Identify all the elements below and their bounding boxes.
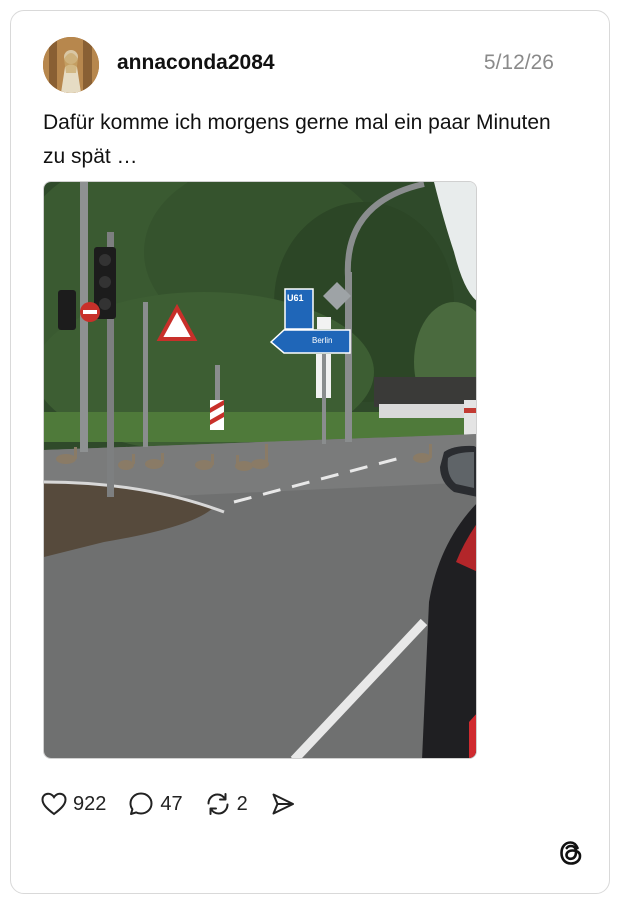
replies-count: 47 [160,792,183,815]
threads-logo-icon[interactable] [557,839,585,867]
action-bar: 922 47 2 [41,789,318,819]
repost-arrows-icon [205,791,231,817]
post-date: 5/12/26 [483,51,554,74]
like-button[interactable]: 922 [41,792,106,816]
username[interactable]: annaconda2084 [117,51,275,75]
likes-count: 922 [73,792,107,815]
send-icon [270,791,296,817]
post-card: annaconda2084 5/12/26 Dafür komme ich mo… [10,10,610,894]
sign-direction-label: Berlin [312,336,333,345]
repost-button[interactable]: 2 [205,791,248,817]
avatar[interactable] [43,37,99,93]
heart-icon [41,792,67,816]
share-button[interactable] [270,791,296,817]
reposts-count: 2 [236,792,248,815]
speech-bubble-icon [128,791,154,817]
post-photo[interactable]: U61 Berlin [43,181,477,759]
sign-route-label: U61 [287,293,304,303]
post-text: Dafür komme ich morgens gerne mal ein pa… [43,111,551,168]
reply-button[interactable]: 47 [128,791,183,817]
